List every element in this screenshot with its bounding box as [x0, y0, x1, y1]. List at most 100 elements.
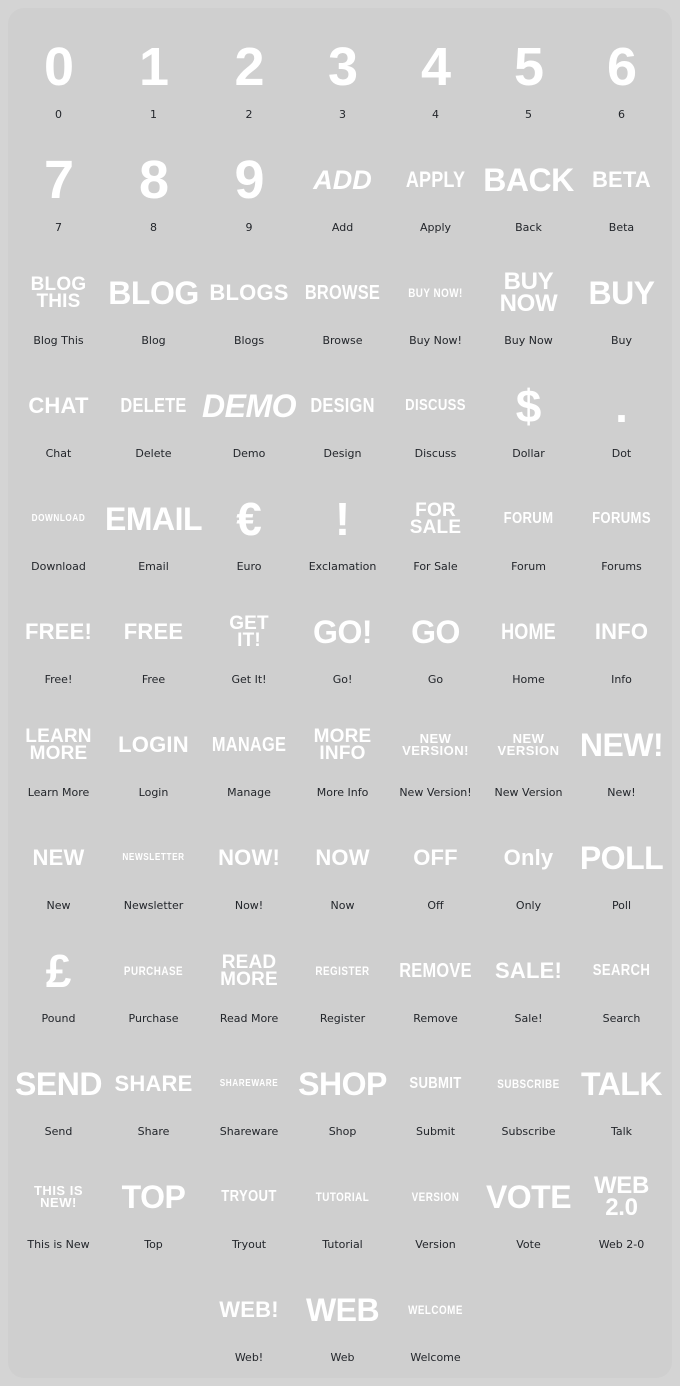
badge-art[interactable]: $ [482, 375, 575, 437]
badge-art[interactable]: BLOGS [202, 262, 296, 324]
badge-art[interactable]: GET IT! [202, 601, 296, 663]
badge-cell[interactable]: SHOP Shop [296, 1035, 389, 1148]
badge-cell[interactable]: TOP Top [105, 1148, 202, 1261]
badge-cell[interactable]: € Euro [202, 470, 296, 583]
badge-art[interactable]: WEB [296, 1279, 389, 1341]
badge-art[interactable]: WEB 2.0 [575, 1166, 668, 1228]
badge-cell[interactable]: TUTORIAL Tutorial [296, 1148, 389, 1261]
badge-cell[interactable]: TRYOUT Tryout [202, 1148, 296, 1261]
badge-art[interactable]: FREE! [12, 601, 105, 663]
badge-art[interactable]: SHAREWARE [210, 1053, 287, 1115]
badge-cell[interactable]: NEW VERSION New Version [482, 696, 575, 809]
badge-art[interactable]: 9 [202, 149, 296, 211]
badge-art[interactable]: VOTE [482, 1166, 575, 1228]
badge-cell[interactable]: 66 [575, 18, 668, 131]
badge-art[interactable]: DISCUSS [397, 375, 473, 437]
badge-art[interactable]: 5 [482, 36, 575, 98]
badge-art[interactable]: INFO [575, 601, 668, 663]
badge-cell[interactable]: WEB Web [296, 1261, 389, 1374]
badge-cell[interactable]: 88 [105, 131, 202, 244]
badge-art[interactable]: BROWSE [304, 262, 380, 324]
badge-cell[interactable]: FREE Free [105, 583, 202, 696]
badge-cell[interactable]: OFF Off [389, 809, 482, 922]
badge-art[interactable]: FORUMS [583, 488, 659, 550]
badge-art[interactable]: WELCOME [397, 1279, 473, 1341]
badge-art[interactable]: FREE [105, 601, 202, 663]
badge-art[interactable]: 8 [105, 149, 202, 211]
badge-cell[interactable]: 22 [202, 18, 296, 131]
badge-cell[interactable]: EMAIL Email [105, 470, 202, 583]
badge-art[interactable]: DEMO [202, 375, 296, 437]
badge-cell[interactable]: MANAGE Manage [202, 696, 296, 809]
badge-art[interactable]: SHARE [105, 1053, 202, 1115]
badge-cell[interactable]: 77 [12, 131, 105, 244]
badge-art[interactable]: 4 [389, 36, 482, 98]
badge-cell[interactable]: BUY NOW! Buy Now! [389, 244, 482, 357]
badge-art[interactable]: SHOP [296, 1053, 389, 1115]
badge-cell[interactable]: DISCUSS Discuss [389, 357, 482, 470]
badge-cell[interactable]: DEMO Demo [202, 357, 296, 470]
badge-cell[interactable]: BLOG Blog [105, 244, 202, 357]
badge-art[interactable]: BLOG THIS [12, 262, 105, 324]
badge-cell[interactable]: Only Only [482, 809, 575, 922]
badge-art[interactable]: APPLY [397, 149, 473, 211]
badge-cell[interactable]: BUY NOW Buy Now [482, 244, 575, 357]
badge-art[interactable]: CHAT [12, 375, 105, 437]
badge-cell[interactable]: ADD Add [296, 131, 389, 244]
badge-art[interactable]: TUTORIAL [304, 1166, 380, 1228]
badge-art[interactable]: 6 [575, 36, 668, 98]
badge-cell[interactable]: SALE! Sale! [482, 922, 575, 1035]
badge-art[interactable]: DOWNLOAD [20, 488, 96, 550]
badge-cell[interactable]: 11 [105, 18, 202, 131]
badge-art[interactable]: LEARN MORE [12, 714, 105, 776]
badge-cell[interactable]: BROWSE Browse [296, 244, 389, 357]
badge-cell[interactable]: PURCHASE Purchase [105, 922, 202, 1035]
badge-art[interactable]: NOW! [202, 827, 296, 889]
badge-cell[interactable]: NEW! New! [575, 696, 668, 809]
badge-cell[interactable]: VERSION Version [389, 1148, 482, 1261]
badge-art[interactable]: Only [482, 827, 575, 889]
badge-art[interactable]: BACK [482, 149, 575, 211]
badge-cell[interactable]: HOME Home [482, 583, 575, 696]
badge-art[interactable]: . [575, 375, 668, 437]
badge-cell[interactable]: CHAT Chat [12, 357, 105, 470]
badge-art[interactable]: TRYOUT [210, 1166, 287, 1228]
badge-cell[interactable]: MORE INFO More Info [296, 696, 389, 809]
badge-art[interactable]: VERSION [397, 1166, 473, 1228]
badge-art[interactable]: HOME [490, 601, 566, 663]
badge-art[interactable]: NEW VERSION [482, 714, 575, 776]
badge-art[interactable]: PURCHASE [114, 940, 194, 1002]
badge-art[interactable]: 3 [296, 36, 389, 98]
badge-cell[interactable]: INFO Info [575, 583, 668, 696]
badge-cell[interactable]: THIS IS NEW! This is New [12, 1148, 105, 1261]
badge-cell[interactable]: WEB 2.0 Web 2-0 [575, 1148, 668, 1261]
badge-cell[interactable]: FREE! Free! [12, 583, 105, 696]
badge-art[interactable]: TOP [105, 1166, 202, 1228]
badge-art[interactable]: NEW! [575, 714, 668, 776]
badge-art[interactable]: SALE! [482, 940, 575, 1002]
badge-cell[interactable]: NEWSLETTER Newsletter [105, 809, 202, 922]
badge-art[interactable]: ! [296, 488, 389, 550]
badge-cell[interactable]: NOW! Now! [202, 809, 296, 922]
badge-cell[interactable]: NOW Now [296, 809, 389, 922]
badge-cell[interactable]: GO! Go! [296, 583, 389, 696]
badge-cell[interactable]: FORUMS Forums [575, 470, 668, 583]
badge-art[interactable]: EMAIL [105, 488, 202, 550]
badge-cell[interactable]: 33 [296, 18, 389, 131]
badge-cell[interactable]: LEARN MORE Learn More [12, 696, 105, 809]
badge-art[interactable]: GO [389, 601, 482, 663]
badge-cell[interactable]: SUBSCRIBE Subscribe [482, 1035, 575, 1148]
badge-art[interactable]: SEND [12, 1053, 105, 1115]
badge-art[interactable]: BUY NOW! [397, 262, 473, 324]
badge-art[interactable]: WEB! [202, 1279, 296, 1341]
badge-art[interactable]: DELETE [114, 375, 194, 437]
badge-art[interactable]: POLL [575, 827, 668, 889]
badge-art[interactable]: DESIGN [304, 375, 380, 437]
badge-art[interactable]: NEWSLETTER [114, 827, 194, 889]
badge-art[interactable]: 1 [105, 36, 202, 98]
badge-art[interactable]: ADD [296, 149, 389, 211]
badge-cell[interactable]: SUBMIT Submit [389, 1035, 482, 1148]
badge-cell[interactable]: WEB! Web! [202, 1261, 296, 1374]
badge-cell[interactable]: GO Go [389, 583, 482, 696]
badge-cell[interactable]: $ Dollar [482, 357, 575, 470]
